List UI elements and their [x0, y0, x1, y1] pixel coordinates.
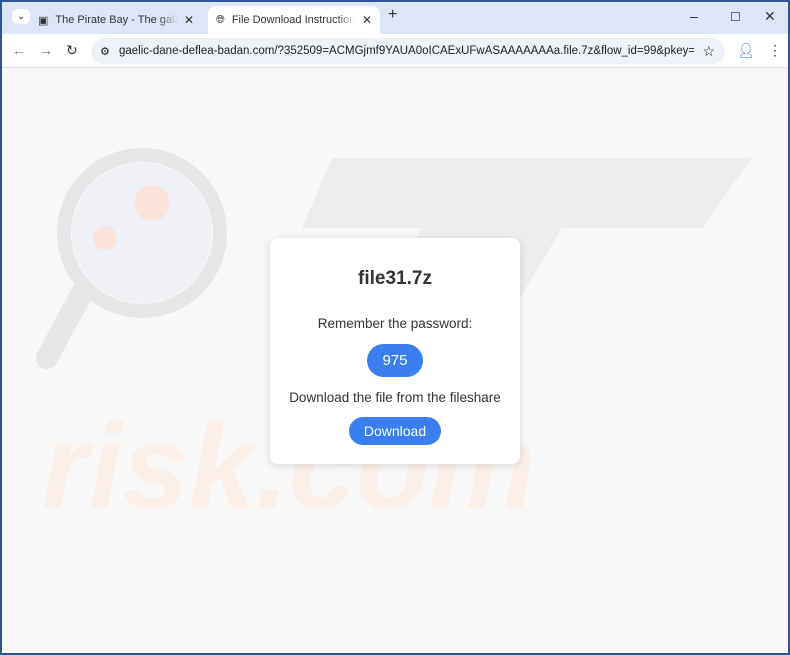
page-content: risk.com file31.7z Remember the password… — [2, 68, 788, 653]
tab-bar: ⌄ ▣ The Pirate Bay - The galaxy's most r… — [2, 2, 788, 34]
tab-search-chevron-icon[interactable]: ⌄ — [12, 9, 31, 24]
profile-avatar-icon[interactable]: 👤︎ — [737, 42, 755, 59]
browser-window: ⌄ ▣ The Pirate Bay - The galaxy's most r… — [2, 2, 788, 653]
tab-pirate-bay[interactable]: ▣ The Pirate Bay - The galaxy's most res… — [30, 6, 202, 34]
file-name: file31.7z — [358, 268, 432, 289]
password-label: Remember the password: — [317, 316, 473, 331]
download-card: file31.7z Remember the password: 975 Dow… — [270, 238, 520, 464]
site-info-icon[interactable]: ⚙ — [100, 45, 110, 58]
pirate-ship-icon: ▣ — [38, 14, 49, 27]
close-tab-icon[interactable]: ✕ — [184, 13, 194, 27]
forward-button[interactable]: → — [39, 42, 53, 58]
menu-kebab-icon[interactable]: ⋮ — [768, 42, 782, 59]
close-tab-icon[interactable]: ✕ — [362, 13, 372, 27]
address-bar[interactable]: ⚙ gaelic-dane-deflea-badan.com/?352509=A… — [91, 38, 725, 64]
toolbar: ← → ↻ ⚙ gaelic-dane-deflea-badan.com/?35… — [2, 34, 788, 68]
close-window-button[interactable]: ✕ — [764, 8, 776, 25]
tab-file-download[interactable]: 🌐︎ File Download Instructions for file31… — [208, 6, 380, 34]
globe-icon: 🌐︎ — [216, 13, 225, 26]
bookmark-star-icon[interactable]: ☆ — [702, 43, 715, 60]
download-button[interactable]: Download — [348, 417, 442, 445]
instruction-text: Download the file from the fileshare — [289, 390, 501, 405]
maximize-button[interactable]: ☐ — [730, 10, 741, 24]
back-button[interactable]: ← — [12, 42, 26, 58]
password-badge: 975 — [367, 344, 423, 377]
reload-button[interactable]: ↻ — [66, 42, 78, 59]
minimize-button[interactable]: – — [690, 8, 698, 24]
new-tab-button[interactable]: + — [388, 6, 397, 24]
